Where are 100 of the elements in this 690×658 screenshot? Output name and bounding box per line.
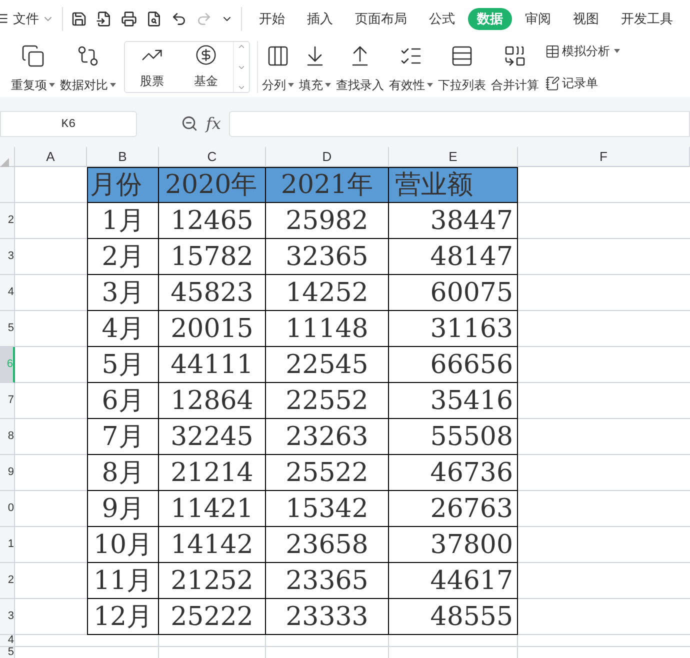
row-header[interactable]: 4 bbox=[0, 275, 15, 311]
ribbon-button[interactable]: 有效性 bbox=[388, 40, 434, 94]
table-cell: 11月 bbox=[87, 563, 159, 599]
notebook-pen-icon bbox=[545, 76, 560, 90]
table-cell: 48147 bbox=[389, 239, 518, 275]
table-cell: 32245 bbox=[159, 419, 266, 455]
column-header[interactable]: F bbox=[518, 147, 690, 166]
table-cell: 25982 bbox=[266, 203, 389, 239]
ribbon-tab[interactable]: 插入 bbox=[298, 8, 342, 30]
column-header[interactable]: A bbox=[15, 147, 87, 166]
header-cell: 2021年 bbox=[266, 167, 389, 203]
ribbon-small-button[interactable]: 模拟分析 bbox=[545, 42, 620, 60]
table-cell: 38447 bbox=[389, 203, 518, 239]
table-icon bbox=[545, 44, 560, 58]
ribbon-button[interactable]: 数据对比 bbox=[59, 40, 117, 94]
table-cell: 48555 bbox=[389, 599, 518, 635]
ribbon-button[interactable]: 分列 bbox=[261, 40, 295, 94]
table-cell: 32365 bbox=[266, 239, 389, 275]
table-cell: 23333 bbox=[266, 599, 389, 635]
table-cell: 20015 bbox=[159, 311, 266, 347]
table-cell: 8月 bbox=[87, 455, 159, 491]
table-cell: 37800 bbox=[389, 527, 518, 563]
table-cell: 23658 bbox=[266, 527, 389, 563]
save-icon[interactable] bbox=[71, 10, 87, 26]
ribbon-tab[interactable]: 视图 bbox=[564, 8, 608, 30]
table-cell: 11421 bbox=[159, 491, 266, 527]
table-cell: 12月 bbox=[87, 599, 159, 635]
file-menu[interactable]: 文件 bbox=[13, 8, 54, 28]
table-cell: 4月 bbox=[87, 311, 159, 347]
scroll-up-icon[interactable] bbox=[237, 42, 246, 51]
table-cell: 22545 bbox=[266, 347, 389, 383]
header-cell: 月份 bbox=[87, 167, 159, 203]
dropdown-caret-icon bbox=[49, 83, 55, 87]
print-preview-icon[interactable] bbox=[146, 10, 162, 26]
row-header[interactable]: 7 bbox=[0, 383, 15, 419]
table-cell: 44111 bbox=[159, 347, 266, 383]
merge-icon bbox=[503, 44, 527, 68]
table-cell: 11148 bbox=[266, 311, 389, 347]
dropdown-caret-icon bbox=[427, 83, 433, 87]
dropdown-caret-icon bbox=[325, 83, 331, 87]
split-columns-icon bbox=[266, 44, 290, 68]
dropdown-caret-icon bbox=[288, 83, 294, 87]
gallery-item[interactable]: 股票 bbox=[130, 42, 174, 92]
table-cell: 3月 bbox=[87, 275, 159, 311]
ribbon-tab[interactable]: 开发工具 bbox=[612, 8, 682, 30]
table-cell: 14142 bbox=[159, 527, 266, 563]
table-cell: 1月 bbox=[87, 203, 159, 239]
row-header[interactable]: 4 bbox=[0, 635, 15, 647]
row-header[interactable]: 5 bbox=[0, 647, 15, 658]
ribbon-button[interactable]: 填充 bbox=[298, 40, 332, 94]
row-header[interactable]: 9 bbox=[0, 455, 15, 491]
name-box[interactable]: K6 bbox=[0, 110, 137, 136]
duplicate-icon bbox=[21, 44, 45, 68]
ribbon-button[interactable]: 合并计算 bbox=[490, 40, 540, 94]
row-header[interactable]: 2 bbox=[0, 203, 15, 239]
ribbon-tab[interactable]: 公式 bbox=[420, 8, 464, 30]
dropdown-caret-icon bbox=[110, 83, 116, 87]
table-cell: 21214 bbox=[159, 455, 266, 491]
fx-label: fx bbox=[206, 112, 221, 134]
dropdown-caret-icon bbox=[614, 49, 620, 53]
table-cell: 15782 bbox=[159, 239, 266, 275]
row-header[interactable]: 3 bbox=[0, 239, 15, 275]
export-icon[interactable] bbox=[96, 10, 112, 26]
table-cell: 6月 bbox=[87, 383, 159, 419]
table-cell: 60075 bbox=[389, 275, 518, 311]
table-cell: 66656 bbox=[389, 347, 518, 383]
row-header[interactable]: 0 bbox=[0, 491, 15, 527]
row-header[interactable]: 3 bbox=[0, 599, 15, 635]
table-cell: 23365 bbox=[266, 563, 389, 599]
table-cell: 22552 bbox=[266, 383, 389, 419]
formula-input[interactable] bbox=[228, 110, 690, 136]
table-cell: 55508 bbox=[389, 419, 518, 455]
table-cell: 31163 bbox=[389, 311, 518, 347]
table-cell: 23263 bbox=[266, 419, 389, 455]
ribbon-small-button[interactable]: 记录单 bbox=[545, 74, 620, 92]
ribbon-tab[interactable]: 开始 bbox=[250, 8, 294, 30]
row-header[interactable]: 8 bbox=[0, 419, 15, 455]
print-icon[interactable] bbox=[121, 10, 137, 26]
ribbon-button[interactable]: 下拉列表 bbox=[437, 40, 487, 94]
ribbon-tab[interactable]: 审阅 bbox=[516, 8, 560, 30]
header-cell: 营业额 bbox=[389, 167, 518, 203]
table-cell: 12864 bbox=[159, 383, 266, 419]
row-header[interactable]: 1 bbox=[0, 527, 15, 563]
expand-icon[interactable] bbox=[237, 83, 246, 92]
table-cell: 25222 bbox=[159, 599, 266, 635]
ribbon-button[interactable]: 重复项 bbox=[10, 40, 56, 94]
row-header[interactable]: 2 bbox=[0, 563, 15, 599]
table-cell: 35416 bbox=[389, 383, 518, 419]
gallery-item[interactable]: 基金 bbox=[184, 42, 228, 92]
ribbon-tab[interactable]: 页面布局 bbox=[346, 8, 416, 30]
ribbon-button[interactable]: 查找录入 bbox=[335, 40, 385, 94]
table-cell: 2月 bbox=[87, 239, 159, 275]
table-cell: 44617 bbox=[389, 563, 518, 599]
rows-icon bbox=[450, 44, 474, 68]
zoom-out-icon[interactable] bbox=[181, 115, 198, 132]
row-header[interactable]: 5 bbox=[0, 311, 15, 347]
table-cell: 9月 bbox=[87, 491, 159, 527]
undo-icon[interactable] bbox=[171, 10, 187, 26]
compare-icon bbox=[76, 44, 100, 68]
table-cell: 21252 bbox=[159, 563, 266, 599]
